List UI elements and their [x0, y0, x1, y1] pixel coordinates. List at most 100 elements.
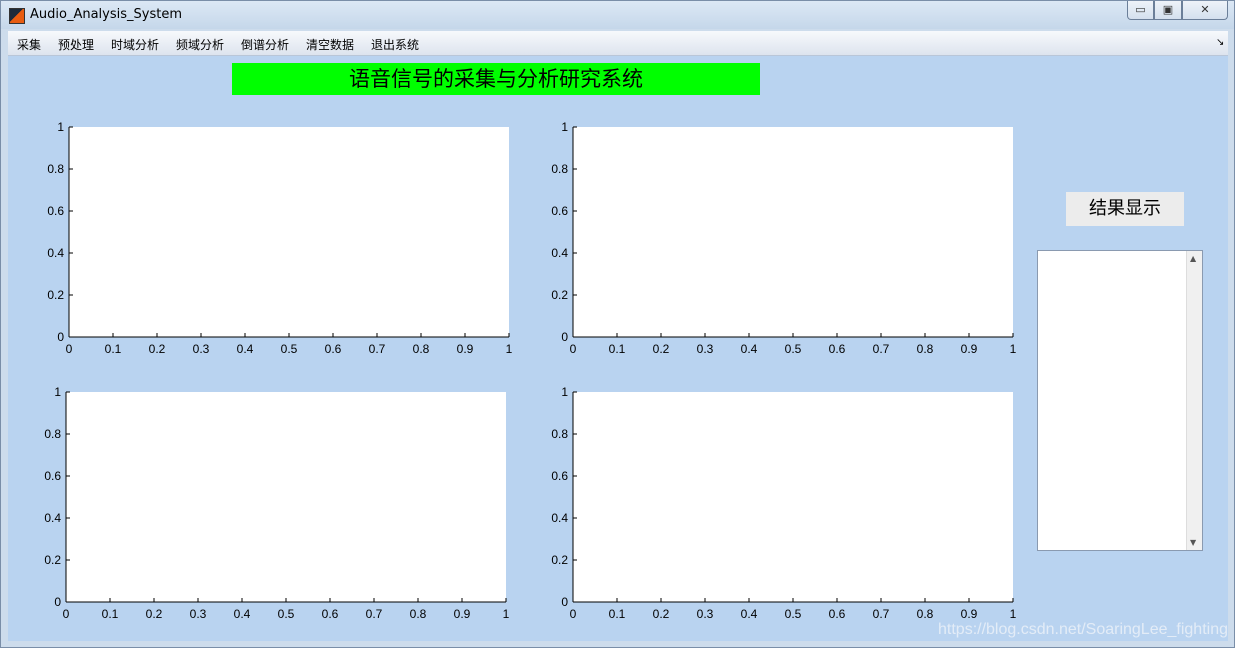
x-tick-label: 0.5	[785, 607, 802, 621]
app-window: Audio_Analysis_System ▭ ▣ ✕ 采集 预处理 时域分析 …	[0, 0, 1235, 648]
x-tick-label: 0.9	[454, 607, 471, 621]
y-tick-label: 0.4	[44, 511, 61, 525]
x-tick-label: 0.9	[457, 342, 474, 356]
menu-item-clear-data[interactable]: 清空数据	[306, 36, 354, 53]
axes-bottom-left[interactable]: 0 0.1 0.2 0.3 0.4 0.5 0.6 0.7 0.8 0.9 1 0 0.2 0.4 0.6 0…	[41, 384, 521, 628]
x-tick-label: 0.5	[281, 342, 298, 356]
x-tick-label: 0.6	[829, 342, 846, 356]
axes-1-svg: 0 0.1 0.2 0.3 0.4 0.5 0.6 0.7 0.8 0.9 1 0 0.2 0.4 0.6 0…	[551, 120, 1017, 356]
menu-bar: 采集 预处理 时域分析 频域分析 倒谱分析 清空数据 退出系统 ↘	[8, 31, 1228, 56]
y-tick-label: 0.6	[551, 469, 568, 483]
x-tick-label: 0.6	[829, 607, 846, 621]
y-tick-label: 0.6	[47, 204, 64, 218]
axes-2-svg: 0 0.1 0.2 0.3 0.4 0.5 0.6 0.7 0.8 0.9 1 0 0.2 0.4 0.6 0…	[44, 385, 510, 621]
close-button[interactable]: ✕	[1182, 1, 1228, 20]
y-tick-label: 0.4	[551, 246, 568, 260]
y-tick-label: 1	[561, 385, 568, 399]
result-listbox[interactable]: ▲ ▼	[1037, 250, 1203, 551]
figure-content: 语音信号的采集与分析研究系统 0 0.1 0.2 0.3 0.4 0.5 0.6 0.7 0.8…	[8, 56, 1228, 641]
minimize-button[interactable]: ▭	[1127, 1, 1154, 20]
y-tick-label: 0.8	[44, 427, 61, 441]
x-tick-label: 0.7	[873, 607, 890, 621]
x-tick-label: 1	[506, 342, 513, 356]
system-title-banner: 语音信号的采集与分析研究系统	[232, 63, 760, 95]
x-tick-label: 0.6	[325, 342, 342, 356]
menu-item-exit[interactable]: 退出系统	[371, 36, 419, 53]
y-tick-label: 0	[561, 595, 568, 609]
y-tick-label: 0.6	[44, 469, 61, 483]
plot-area	[69, 127, 509, 337]
x-tick-label: 0.6	[322, 607, 339, 621]
menu-item-cepstrum[interactable]: 倒谱分析	[241, 36, 289, 53]
y-tick-label: 0.4	[551, 511, 568, 525]
axes-bottom-right[interactable]: 0 0.1 0.2 0.3 0.4 0.5 0.6 0.7 0.8 0.9 1 0 0.2 0.4 0.6 0…	[548, 384, 1028, 628]
result-display-label: 结果显示	[1066, 192, 1184, 226]
x-tick-label: 0	[66, 342, 73, 356]
x-tick-label: 0.7	[369, 342, 386, 356]
x-tick-label: 0.4	[237, 342, 254, 356]
x-tick-label: 1	[1010, 607, 1017, 621]
x-tick-label: 0.5	[785, 342, 802, 356]
x-tick-label: 0.3	[190, 607, 207, 621]
axes-3-svg: 0 0.1 0.2 0.3 0.4 0.5 0.6 0.7 0.8 0.9 1 0 0.2 0.4 0.6 0…	[551, 385, 1017, 621]
listbox-scrollbar[interactable]: ▲ ▼	[1186, 251, 1202, 550]
x-tick-label: 0.9	[961, 607, 978, 621]
menu-item-frequency-domain[interactable]: 频域分析	[176, 36, 224, 53]
y-tick-label: 1	[54, 385, 61, 399]
y-tick-label: 0	[54, 595, 61, 609]
y-tick-label: 0.8	[551, 427, 568, 441]
axes-top-left[interactable]: 0 0.1 0.2 0.3 0.4 0.5 0.6 0.7 0.8 0.9 1 0 0.2 0.4 0.6 0…	[44, 119, 524, 363]
y-tick-label: 0.8	[551, 162, 568, 176]
menu-item-preprocess[interactable]: 预处理	[58, 36, 94, 53]
y-tick-label: 0.2	[551, 288, 568, 302]
y-tick-label: 0.2	[44, 553, 61, 567]
y-tick-label: 0	[561, 330, 568, 344]
x-tick-label: 0.3	[697, 342, 714, 356]
x-tick-label: 0.8	[917, 607, 934, 621]
x-tick-label: 0.5	[278, 607, 295, 621]
x-tick-label: 0.3	[193, 342, 210, 356]
x-tick-label: 0.4	[234, 607, 251, 621]
plot-area	[573, 392, 1013, 602]
x-tick-label: 0.4	[741, 342, 758, 356]
y-tick-label: 0.8	[47, 162, 64, 176]
x-tick-label: 0.7	[873, 342, 890, 356]
y-tick-label: 0.2	[551, 553, 568, 567]
matlab-logo-icon	[9, 8, 25, 24]
menu-item-capture[interactable]: 采集	[17, 36, 41, 53]
x-tick-label: 0.9	[961, 342, 978, 356]
plot-area	[66, 392, 506, 602]
axes-top-right[interactable]: 0 0.1 0.2 0.3 0.4 0.5 0.6 0.7 0.8 0.9 1 0 0.2 0.4 0.6 0…	[548, 119, 1028, 363]
maximize-button[interactable]: ▣	[1154, 1, 1182, 20]
y-tick-label: 0.4	[47, 246, 64, 260]
x-tick-label: 0.2	[149, 342, 166, 356]
x-tick-label: 0	[570, 342, 577, 356]
x-tick-label: 0	[570, 607, 577, 621]
title-bar[interactable]: Audio_Analysis_System ▭ ▣ ✕	[1, 1, 1234, 29]
y-tick-label: 0.2	[47, 288, 64, 302]
x-tick-label: 0.8	[413, 342, 430, 356]
x-tick-label: 0.1	[609, 607, 626, 621]
x-tick-label: 0.2	[653, 342, 670, 356]
x-tick-label: 0	[63, 607, 70, 621]
plot-area	[573, 127, 1013, 337]
toolbar-dock-icon[interactable]: ↘	[1216, 37, 1224, 48]
x-tick-label: 0.1	[102, 607, 119, 621]
y-tick-label: 0.6	[551, 204, 568, 218]
x-tick-label: 0.8	[410, 607, 427, 621]
watermark-text: https://blog.csdn.net/SoaringLee_fightin…	[938, 621, 1228, 638]
x-tick-label: 0.1	[105, 342, 122, 356]
y-tick-label: 1	[561, 120, 568, 134]
window-title: Audio_Analysis_System	[30, 7, 182, 22]
x-tick-label: 0.8	[917, 342, 934, 356]
x-tick-label: 0.4	[741, 607, 758, 621]
scroll-down-arrow-icon[interactable]: ▼	[1190, 538, 1196, 547]
x-tick-label: 0.1	[609, 342, 626, 356]
x-tick-label: 1	[1010, 342, 1017, 356]
x-tick-label: 0.3	[697, 607, 714, 621]
x-tick-label: 1	[503, 607, 510, 621]
scroll-up-arrow-icon[interactable]: ▲	[1190, 254, 1196, 263]
menu-item-time-domain[interactable]: 时域分析	[111, 36, 159, 53]
x-tick-label: 0.7	[366, 607, 383, 621]
y-tick-label: 1	[57, 120, 64, 134]
